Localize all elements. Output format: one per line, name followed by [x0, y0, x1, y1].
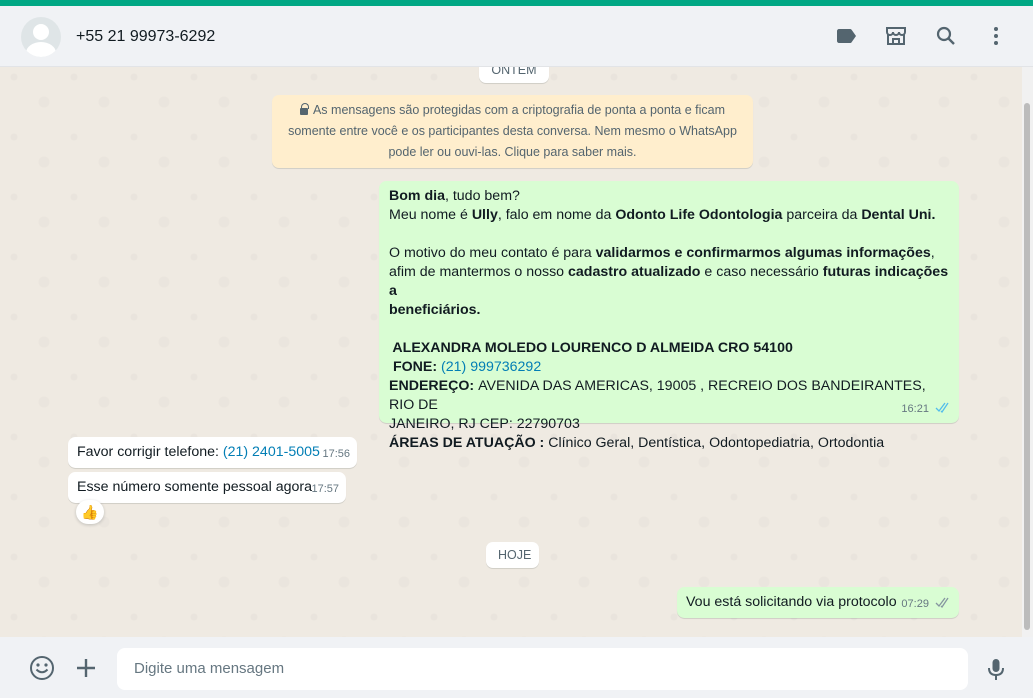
phone-link[interactable]: (21) 999736292 — [441, 359, 541, 375]
scrollbar[interactable] — [1022, 67, 1033, 637]
microphone-icon[interactable] — [983, 656, 1009, 682]
scrollbar-thumb[interactable] — [1024, 103, 1030, 630]
message-outgoing[interactable]: Vou está solicitando via protocolo 07:29 — [677, 587, 959, 618]
composer: Digite uma mensagem — [0, 637, 1033, 698]
reaction-badge[interactable]: 👍 — [76, 500, 104, 524]
shop-icon[interactable] — [884, 24, 908, 48]
chat-header: +55 21 99973-6292 — [0, 6, 1033, 67]
phone-link[interactable]: (21) 2401-5005 — [223, 444, 320, 460]
date-pill-today: HOJE — [486, 542, 539, 568]
lock-icon — [299, 103, 309, 115]
message-outgoing[interactable]: Bom dia, tudo bem? Meu nome é Ully, falo… — [379, 181, 959, 451]
message-time: 17:57 — [311, 483, 339, 495]
label-icon[interactable] — [834, 24, 858, 48]
read-tick-icon — [935, 597, 949, 608]
attach-icon[interactable] — [73, 655, 99, 681]
date-pill-yesterday: ONTEM — [479, 67, 549, 83]
message-input[interactable]: Digite uma mensagem — [117, 648, 968, 690]
search-icon[interactable] — [934, 24, 958, 48]
message-incoming[interactable]: Esse número somente pessoal agora 17:57 — [68, 472, 346, 503]
message-time: 07:29 — [901, 598, 929, 610]
avatar[interactable] — [21, 17, 61, 57]
emoji-icon[interactable] — [29, 655, 55, 681]
read-tick-icon — [935, 402, 949, 413]
encryption-notice[interactable]: As mensagens são protegidas com a cripto… — [272, 95, 753, 168]
message-time: 16:21 — [901, 403, 929, 415]
message-time: 17:56 — [322, 448, 350, 460]
message-incoming[interactable]: Favor corrigir telefone: (21) 2401-5005 … — [68, 437, 357, 468]
contact-name[interactable]: +55 21 99973-6292 — [76, 28, 215, 46]
menu-icon[interactable] — [984, 24, 1008, 48]
